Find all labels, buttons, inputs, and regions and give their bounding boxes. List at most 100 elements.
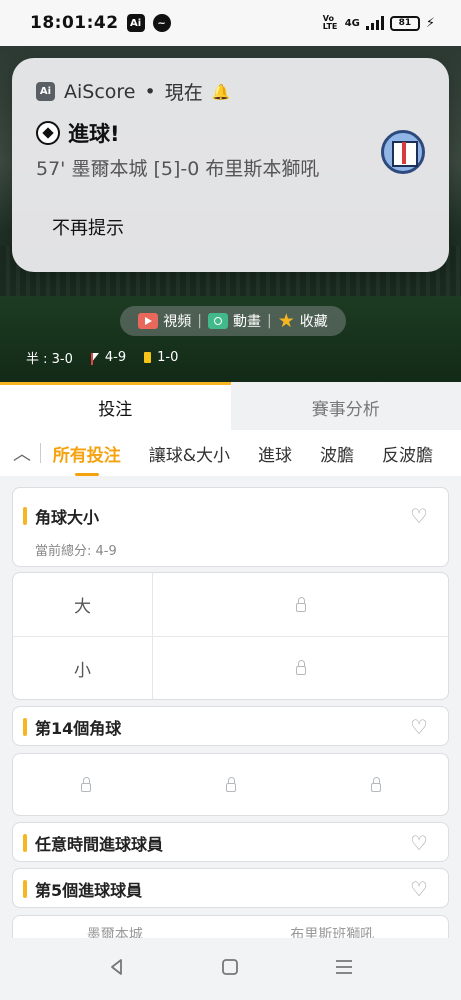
odds-cell[interactable] xyxy=(13,754,158,815)
star-icon: ★ xyxy=(277,309,295,332)
bell-icon: 🔔 xyxy=(211,82,231,101)
odds-grid-14th-corner xyxy=(12,753,449,816)
collapse-icon[interactable]: ︿ xyxy=(12,440,32,466)
back-icon[interactable] xyxy=(106,956,128,982)
lock-icon xyxy=(295,660,306,675)
corners-value: 4-9 xyxy=(104,350,127,365)
corners-stat: 4-9 xyxy=(90,348,127,367)
tab-betting[interactable]: 投注 xyxy=(0,382,231,430)
market-header-corner-ou[interactable]: 角球大小 ♡ 當前總分: 4-9 xyxy=(12,487,449,567)
lock-icon xyxy=(80,776,91,792)
charging-icon: ⚡ xyxy=(425,15,435,31)
cards-value: 1-0 xyxy=(157,350,179,365)
market-title: 角球大小 xyxy=(35,508,100,527)
network-label: 4G xyxy=(344,17,360,29)
heart-icon[interactable]: ♡ xyxy=(404,504,434,528)
lock-icon xyxy=(370,776,381,792)
row-label-over: 大 xyxy=(13,573,153,636)
team-logo-icon xyxy=(381,130,425,174)
markets-list: 角球大小 ♡ 當前總分: 4-9 大 小 第14個角球 ♡ 任意時間進球球員 ♡… xyxy=(0,476,461,938)
divider xyxy=(39,443,41,463)
odds-row: 大 xyxy=(13,573,448,636)
notification-title-row: 進球! xyxy=(36,118,120,148)
match-actions-pill: 視頻 | 動畫 | ★ 收藏 xyxy=(120,306,346,336)
market-title: 第5個進球球員 xyxy=(35,881,143,900)
market-header-row: 第14個角球 ♡ xyxy=(13,707,448,747)
cards-stat: 1-0 xyxy=(144,348,178,367)
animation-button[interactable]: 動畫 xyxy=(207,311,261,331)
market-header-anytime-scorer[interactable]: 任意時間進球球員 ♡ xyxy=(12,822,449,862)
accent-bar xyxy=(23,718,27,736)
notification-header: Ai AiScore • 現在 🔔 xyxy=(36,78,230,105)
lock-icon xyxy=(225,776,236,792)
dont-remind-button[interactable]: 不再提示 xyxy=(52,214,124,240)
subtab-all-bets[interactable]: 所有投注 xyxy=(53,441,121,476)
favorite-label: 收藏 xyxy=(299,314,328,330)
accent-bar xyxy=(23,880,27,898)
home-icon[interactable] xyxy=(219,956,241,982)
animation-label: 動畫 xyxy=(232,314,261,330)
app-icon: Ai xyxy=(36,82,55,101)
battery-icon: 81 xyxy=(389,15,420,31)
favorite-button[interactable]: ★ 收藏 xyxy=(278,311,328,331)
scorer-team-header: 墨爾本城 布里斯班獅吼 xyxy=(12,915,449,938)
half-score: 半 : 3-0 xyxy=(26,352,73,367)
animation-icon xyxy=(207,313,228,329)
odds-cell[interactable] xyxy=(153,573,448,636)
home-team-label: 墨爾本城 xyxy=(86,927,143,938)
volte-label: Vo LTE xyxy=(322,14,338,31)
market-title: 任意時間進球球員 xyxy=(35,835,164,854)
messenger-icon: ~ xyxy=(152,14,171,32)
status-bar: 18:01:42 Ai ~ Vo LTE 4G 81 ⚡ xyxy=(0,0,461,46)
recents-menu-icon[interactable] xyxy=(333,956,355,982)
team-columns: 墨爾本城 布里斯班獅吼 xyxy=(13,916,448,938)
aiscore-status-icon: Ai xyxy=(126,14,145,32)
notification-body: 57' 墨爾本城 [5]-0 布里斯本獅吼 xyxy=(36,158,320,180)
notification-separator: • xyxy=(144,80,156,103)
video-label: 視頻 xyxy=(163,314,192,330)
subtab-goals[interactable]: 進球 xyxy=(258,441,292,466)
odds-row: 小 xyxy=(13,636,448,699)
market-header-14th-corner[interactable]: 第14個角球 ♡ xyxy=(12,706,449,746)
odds-cell[interactable] xyxy=(153,637,448,699)
goal-notification[interactable]: Ai AiScore • 現在 🔔 進球! 57' 墨爾本城 [5]-0 布里斯… xyxy=(12,58,449,272)
lock-icon xyxy=(295,596,306,612)
market-header-5th-scorer[interactable]: 第5個進球球員 ♡ xyxy=(12,868,449,908)
video-icon xyxy=(138,313,159,329)
market-title: 第14個角球 xyxy=(35,719,122,738)
market-header-row: 角球大小 ♡ xyxy=(13,496,448,536)
market-header-row: 第5個進球球員 ♡ xyxy=(13,869,448,909)
system-nav-bar xyxy=(0,938,461,1000)
signal-icon xyxy=(365,16,384,30)
subtab-correct-score[interactable]: 波膽 xyxy=(320,441,354,466)
subtab-anti-correct-score[interactable]: 反波膽 xyxy=(382,441,433,466)
odds-cell[interactable] xyxy=(158,754,303,815)
divider: | xyxy=(266,313,272,329)
heart-icon[interactable]: ♡ xyxy=(404,877,434,901)
heart-icon[interactable]: ♡ xyxy=(404,715,434,739)
notification-title: 進球! xyxy=(68,122,120,146)
market-header-row: 任意時間進球球員 ♡ xyxy=(13,823,448,863)
status-time: 18:01:42 xyxy=(30,13,119,33)
odds-grid-corner-ou: 大 小 xyxy=(12,572,449,700)
heart-icon[interactable]: ♡ xyxy=(404,831,434,855)
main-tabs: 投注 賽事分析 xyxy=(0,382,461,430)
odds-cell[interactable] xyxy=(303,754,448,815)
video-button[interactable]: 視頻 xyxy=(138,311,191,331)
bet-category-tabs: ︿ 所有投注 讓球&大小 進球 波膽 反波膽 xyxy=(0,430,461,476)
accent-bar xyxy=(23,507,27,525)
subtab-handicap-ou[interactable]: 讓球&大小 xyxy=(149,441,230,466)
row-label-under: 小 xyxy=(13,637,153,699)
soccer-ball-icon xyxy=(36,121,60,145)
yellow-card-icon xyxy=(144,352,152,363)
market-subtitle: 當前總分: 4-9 xyxy=(35,544,117,559)
notification-app-name: AiScore xyxy=(64,80,136,103)
divider: | xyxy=(197,313,202,329)
tab-match-analysis[interactable]: 賽事分析 xyxy=(230,382,461,430)
away-team-label: 布里斯班獅吼 xyxy=(290,927,375,938)
status-indicators: Vo LTE 4G 81 ⚡ xyxy=(323,15,435,31)
accent-bar xyxy=(23,834,27,852)
corner-flag-icon xyxy=(90,352,99,365)
notification-time: 現在 xyxy=(164,82,203,104)
match-stats: 半 : 3-0 4-9 1-0 xyxy=(26,348,178,367)
